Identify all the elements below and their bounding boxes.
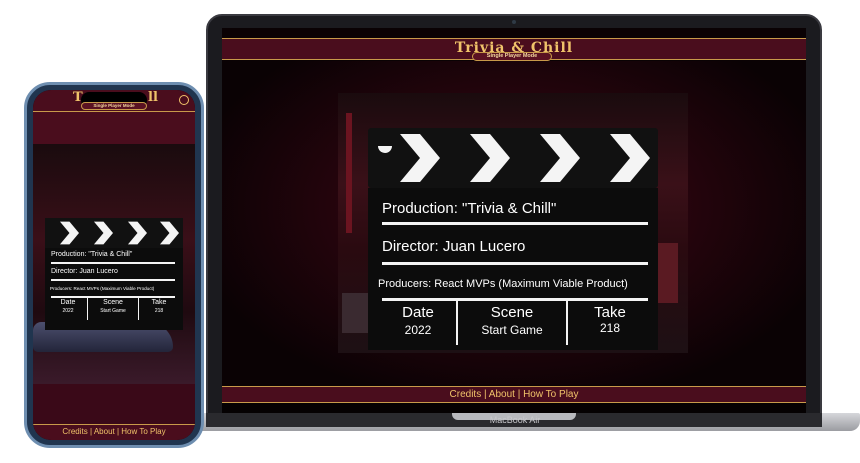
- chevron-stripe-icon: [159, 221, 179, 245]
- director-text: Director: Juan Lucero: [51, 268, 118, 275]
- mode-badge[interactable]: Single Player Mode: [472, 52, 552, 61]
- divider: [382, 298, 648, 301]
- photo-detail: [346, 113, 352, 233]
- footer-links[interactable]: Credits | About | How To Play: [222, 386, 806, 403]
- mode-badge[interactable]: Single Player Mode: [81, 102, 147, 110]
- divider: [51, 296, 175, 298]
- chevron-stripe-icon: [610, 134, 650, 182]
- title-fragment: ll: [148, 90, 158, 105]
- clapperboard[interactable]: Production: "Trivia & Chill" Director: J…: [45, 218, 183, 330]
- chevron-stripe-icon: [400, 134, 440, 182]
- chevron-stripe-icon: [93, 221, 113, 245]
- chevron-stripe-icon: [127, 221, 147, 245]
- take-value: 218: [599, 321, 621, 335]
- laptop-screen: Trivia & Chill Single Player Mode Produc…: [222, 28, 806, 414]
- date-label: Date: [402, 304, 434, 321]
- producers-text: Producers: React MVPs (Maximum Viable Pr…: [50, 286, 155, 291]
- device-label: MacBook Air: [489, 415, 541, 425]
- settings-icon[interactable]: [179, 95, 189, 105]
- footer-links[interactable]: Credits | About | How To Play: [33, 424, 195, 440]
- divider: [382, 222, 648, 225]
- clapper-slate: Production: "Trivia & Chill" Director: J…: [368, 188, 658, 350]
- clapper-stick: [368, 128, 658, 188]
- chevron-stripe-icon: [59, 221, 79, 245]
- take-value: 218: [154, 308, 164, 314]
- scene-value[interactable]: Start Game: [458, 323, 566, 337]
- clapper-stick: [45, 218, 183, 248]
- scene-value[interactable]: Start Game: [88, 308, 138, 314]
- clapperboard[interactable]: Production: "Trivia & Chill" Director: J…: [368, 128, 658, 350]
- phone-screen: T ll Single Player Mode Production: "Tri…: [33, 90, 195, 440]
- phone-header: T ll Single Player Mode: [33, 90, 195, 112]
- production-text: Production: "Trivia & Chill": [382, 200, 557, 217]
- take-label: Take: [151, 299, 167, 306]
- divider: [382, 262, 648, 265]
- date-value: 2022: [404, 323, 432, 337]
- take-label: Take: [594, 304, 626, 321]
- hinge-icon: [378, 146, 392, 153]
- director-text: Director: Juan Lucero: [382, 238, 526, 255]
- scene-label: Scene: [490, 304, 534, 321]
- phone-lower-band: [33, 384, 195, 424]
- clapper-slate: Production: "Trivia & Chill" Director: J…: [45, 248, 183, 330]
- producers-text: Producers: React MVPs (Maximum Viable Pr…: [378, 278, 628, 290]
- chevron-stripe-icon: [470, 134, 510, 182]
- production-text: Production: "Trivia & Chill": [51, 251, 133, 258]
- date-label: Date: [60, 299, 76, 306]
- scene-label: Scene: [103, 299, 123, 306]
- date-value: 2022: [62, 308, 74, 314]
- phone-band: [33, 112, 195, 144]
- divider: [51, 279, 175, 281]
- camera-icon: [512, 20, 516, 24]
- chevron-stripe-icon: [540, 134, 580, 182]
- divider: [51, 262, 175, 264]
